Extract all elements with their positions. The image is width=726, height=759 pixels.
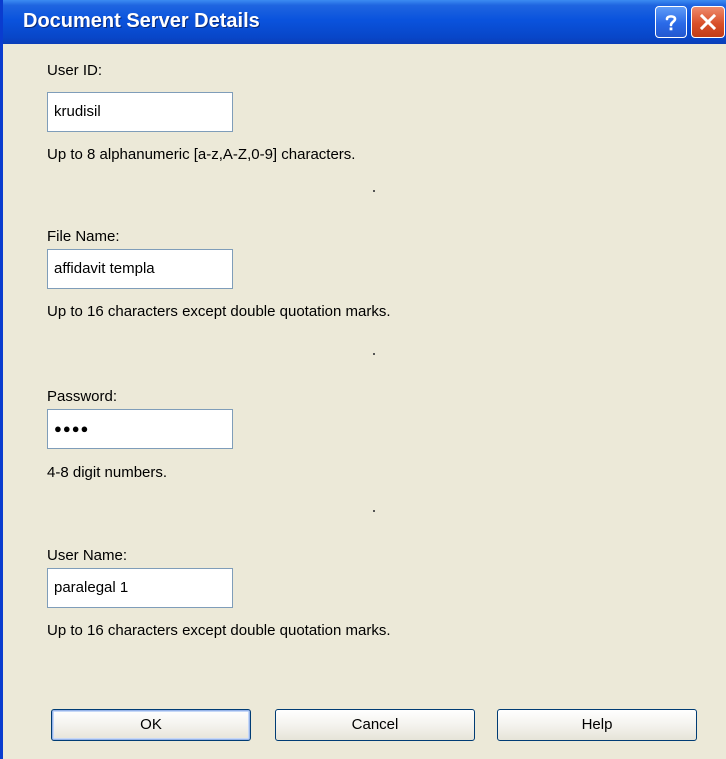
help-button[interactable]: Help [497,709,697,741]
password-field[interactable]: ●●●● [47,409,233,449]
user-id-label: User ID: [47,62,103,79]
user-name-label: User Name: [47,547,128,564]
dialog-window: Document Server Details User ID: krudisi… [0,0,726,759]
user-name-hint: Up to 16 characters except double quotat… [47,622,391,639]
separator-mark [373,353,375,355]
user-id-hint: Up to 8 alphanumeric [a-z,A-Z,0-9] chara… [47,146,356,163]
separator-mark [373,190,375,192]
window-title: Document Server Details [23,10,260,32]
user-name-field[interactable]: paralegal 1 [47,568,233,608]
password-label: Password: [47,388,118,405]
cancel-button[interactable]: Cancel [275,709,475,741]
help-icon[interactable] [655,6,687,38]
user-id-field[interactable]: krudisil [47,92,233,132]
file-name-label: File Name: [47,228,120,245]
file-name-hint: Up to 16 characters except double quotat… [47,303,391,320]
ok-button[interactable]: OK [51,709,251,741]
separator-mark [373,510,375,512]
close-icon[interactable] [691,6,725,38]
password-hint: 4-8 digit numbers. [47,464,168,481]
file-name-field[interactable]: affidavit templa [47,249,233,289]
title-bar[interactable]: Document Server Details [3,0,726,44]
